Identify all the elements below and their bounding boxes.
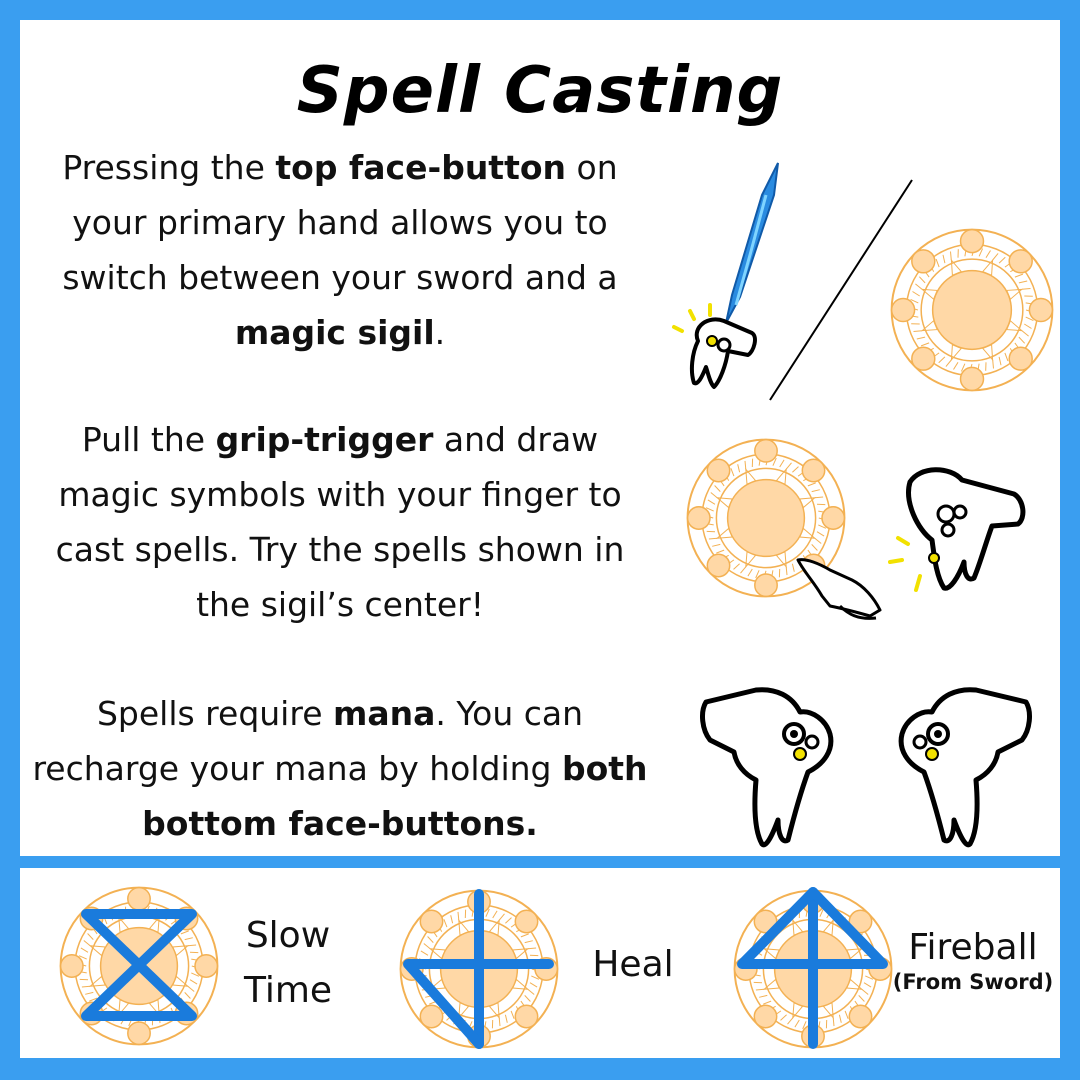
instruction-recharge-mana: Spells require mana. You can recharge yo… xyxy=(30,686,650,851)
spell-note: (From Sword) xyxy=(892,970,1054,994)
button-glow-icon xyxy=(888,536,922,592)
instruction-text: Spells require xyxy=(96,694,333,733)
magic-sigil-icon xyxy=(890,228,1054,392)
draw-symbol-illustration xyxy=(686,438,1026,620)
instruction-emphasis-magic-sigil: magic sigil xyxy=(234,313,435,352)
sword-icon xyxy=(725,162,779,324)
spell-name-slow-time: Slow Time xyxy=(228,908,348,1018)
instruction-emphasis-grip-trigger: grip-trigger xyxy=(215,420,434,459)
spell-name-line: Fireball xyxy=(908,927,1038,968)
instruction-emphasis-mana: mana xyxy=(332,694,436,733)
spell-name-fireball: Fireball (From Sword) xyxy=(888,926,1058,994)
page-title: Spell Casting xyxy=(296,54,784,128)
spell-heal-symbol xyxy=(399,889,559,1049)
spell-name-heal: Heal xyxy=(592,944,674,985)
spell-name-line: Time xyxy=(243,970,333,1011)
instruction-text: . xyxy=(434,313,446,352)
instruction-text: Pull the xyxy=(81,420,216,459)
sword-to-sigil-illustration xyxy=(672,162,1054,401)
instructions-panel: Spell Casting Pressing the top face-butt… xyxy=(20,20,1060,856)
controller-icon xyxy=(906,467,1026,591)
instruction-text: Pressing the xyxy=(62,148,276,187)
right-controller-icon xyxy=(898,687,1032,848)
controller-icon xyxy=(689,317,757,389)
recharge-mana-illustration xyxy=(700,687,1032,848)
divider-slash xyxy=(769,179,913,401)
left-controller-icon xyxy=(700,687,834,848)
instruction-emphasis-top-face-button: top face-button xyxy=(275,148,567,187)
instruction-cast-spells: Pull the grip-trigger and draw magic sym… xyxy=(30,412,650,632)
spell-slow-time-symbol xyxy=(59,886,219,1046)
finger-icon xyxy=(796,558,882,620)
spell-fireball-symbol xyxy=(733,887,893,1049)
instruction-switch-weapon: Pressing the top face-button on your pri… xyxy=(30,140,650,360)
spell-list-panel: Slow Time Heal Fireball (From Sword) xyxy=(20,868,1060,1058)
spell-name-line: Slow xyxy=(245,915,331,956)
